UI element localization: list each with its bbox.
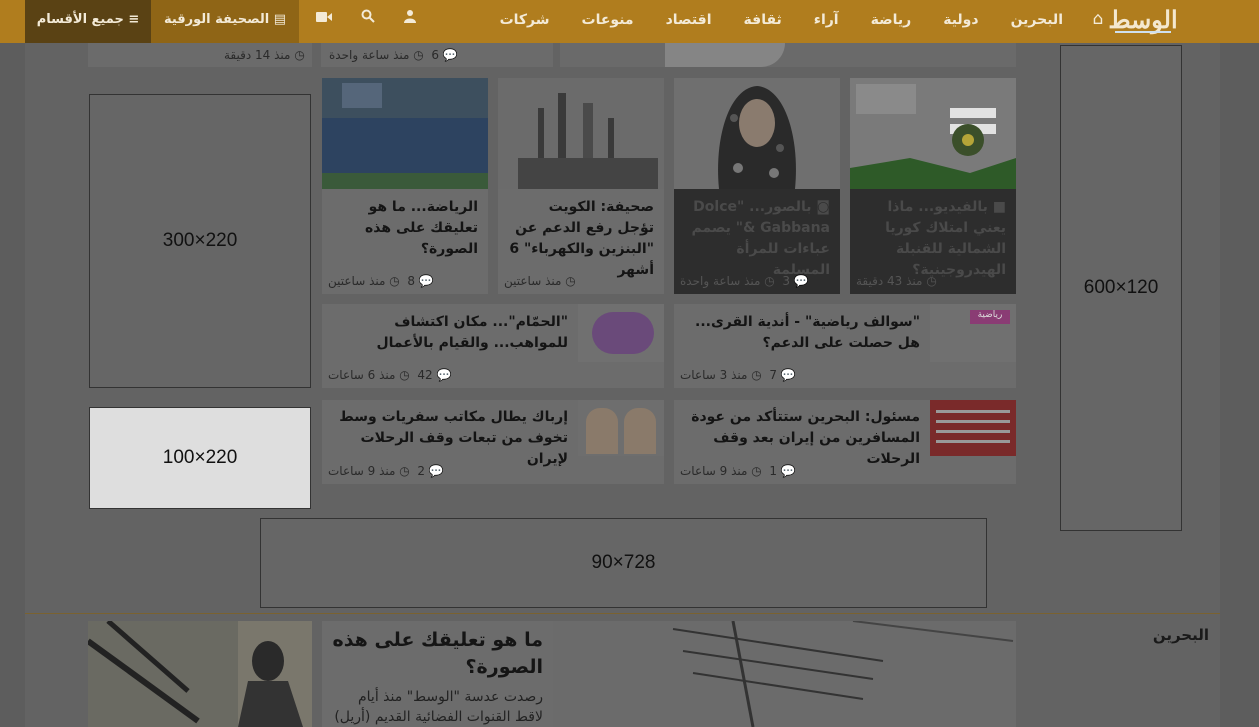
list-title[interactable]: إرباك يطال مكاتب سفريات وسط تخوف من تبعا… (332, 407, 568, 470)
video-icon: ■ (992, 199, 1006, 215)
card-meta: ◷ منذ 43 دقيقة (856, 274, 937, 288)
clock-icon: ◷ (399, 464, 410, 478)
feature-image[interactable] (553, 621, 1016, 727)
clock-icon: ◷ (399, 368, 410, 382)
list-item[interactable]: إرباك يطال مكاتب سفريات وسط تخوف من تبعا… (322, 400, 664, 484)
clock-icon: ◷ (751, 368, 762, 382)
ad-rect-small[interactable]: 220×100 (89, 407, 311, 509)
nav-item-international[interactable]: دولية (927, 0, 994, 43)
nav-item-culture[interactable]: ثقافة (728, 0, 798, 43)
clock-icon: ◷ (413, 48, 424, 62)
nav-item-companies[interactable]: شركات (484, 0, 566, 43)
list-title[interactable]: "الحمّام"... مكان اكتشاف للمواهب... والق… (332, 312, 568, 354)
list-thumb (578, 400, 664, 456)
video-icon[interactable] (309, 0, 339, 40)
card-meta: ◷ منذ ساعتين (504, 274, 576, 288)
home-icon[interactable]: ⌂ (1085, 0, 1111, 40)
comment-icon: 💬 (780, 368, 796, 382)
card-title[interactable]: صحيفة: الكويت تؤجل رفع الدعم عن "البنزين… (508, 197, 654, 281)
comment-icon: 💬 (418, 274, 434, 288)
ad-skyscraper[interactable]: 120×600 (1060, 45, 1182, 531)
comment-icon: 💬 (442, 48, 458, 62)
list-meta: 💬 2 ◷ منذ 9 ساعات (328, 464, 444, 478)
section-title[interactable]: البحرين (1153, 626, 1209, 644)
list-meta: 💬 1 ◷ منذ 9 ساعات (680, 464, 796, 478)
card-title[interactable]: ■ بالفيديو... ماذا يعني امتلاك كوريا الش… (860, 197, 1006, 281)
list-thumb (578, 304, 664, 362)
prev-feature-image[interactable] (560, 43, 1016, 67)
nav-item-opinions[interactable]: آراء (798, 0, 855, 43)
side-feature-image[interactable] (88, 621, 312, 727)
user-icon[interactable] (395, 0, 425, 40)
logo-underline (1115, 31, 1171, 33)
card-title[interactable]: ◙ بالصور... "Dolce & Gabbana" يصمم عباءا… (684, 197, 830, 281)
clock-icon: ◷ (565, 274, 576, 288)
prev-row-card[interactable]: 💬 6 ◷ منذ ساعة واحدة (321, 43, 553, 67)
camera-icon: ◙ (816, 199, 830, 215)
clock-icon: ◷ (294, 48, 305, 62)
news-card-kuwait[interactable]: صحيفة: الكويت تؤجل رفع الدعم عن "البنزين… (498, 78, 664, 294)
list-thumb: رياضية (930, 304, 1016, 362)
clock-icon: ◷ (926, 274, 937, 288)
card-image (850, 78, 1016, 189)
comment-icon: 💬 (780, 464, 796, 478)
comment-icon: 💬 (428, 464, 444, 478)
clock-icon: ◷ (764, 274, 775, 288)
list-item[interactable]: "الحمّام"... مكان اكتشاف للمواهب... والق… (322, 304, 664, 388)
nav-item-economy[interactable]: اقتصاد (650, 0, 728, 43)
menu-icon: ≡ (128, 12, 140, 27)
feature-title[interactable]: ما هو تعليقك على هذه الصورة؟ (332, 627, 543, 681)
list-item[interactable]: رياضية "سوالف رياضية" - أندية القرى... ه… (674, 304, 1016, 388)
list-title[interactable]: مسئول: البحرين ستتأكد من عودة المسافرين … (684, 407, 920, 470)
list-meta: 💬 42 ◷ منذ 6 ساعات (328, 368, 452, 382)
all-sections-button[interactable]: ≡ جميع الأقسام (25, 0, 151, 43)
card-image (674, 78, 840, 189)
comment-icon: 💬 (436, 368, 452, 382)
news-card-photos[interactable]: ◙ بالصور... "Dolce & Gabbana" يصمم عباءا… (674, 78, 840, 294)
nav-menu: البحرين دولية رياضة آراء ثقافة اقتصاد من… (484, 0, 1079, 43)
card-image (322, 78, 488, 189)
section-divider (25, 613, 1220, 614)
nav-item-sports[interactable]: رياضة (855, 0, 928, 43)
page: 💬 6 ◷ منذ ساعة واحدة ◷ منذ 14 دقيقة الوس… (0, 0, 1259, 727)
list-thumb (930, 400, 1016, 456)
nav-item-misc[interactable]: منوعات (566, 0, 650, 43)
list-meta: 💬 7 ◷ منذ 3 ساعات (680, 368, 796, 382)
ad-rect-large[interactable]: 220×300 (89, 94, 311, 388)
card-image (498, 78, 664, 189)
comment-icon: 💬 (793, 274, 809, 288)
prev-row-card-2[interactable]: ◷ منذ 14 دقيقة (88, 43, 312, 67)
top-navigation: الوسط ⌂ البحرين دولية رياضة آراء ثقافة ا… (0, 0, 1259, 43)
nav-item-bahrain[interactable]: البحرين (995, 0, 1079, 43)
news-card-video[interactable]: ■ بالفيديو... ماذا يعني امتلاك كوريا الش… (850, 78, 1016, 294)
list-item[interactable]: مسئول: البحرين ستتأكد من عودة المسافرين … (674, 400, 1016, 484)
prev-meta: 💬 6 ◷ منذ ساعة واحدة (329, 48, 458, 62)
search-icon[interactable] (353, 0, 383, 40)
card-title[interactable]: الرياضة... ما هو تعليقك على هذه الصورة؟ (332, 197, 478, 260)
prev-meta-2: ◷ منذ 14 دقيقة (224, 48, 305, 62)
feature-card[interactable]: ما هو تعليقك على هذه الصورة؟ رصدت عدسة "… (322, 621, 553, 727)
card-meta: 💬 3 ◷ منذ ساعة واحدة (680, 274, 809, 288)
newspaper-icon: ▤ (273, 12, 287, 27)
clock-icon: ◷ (751, 464, 762, 478)
ad-leaderboard[interactable]: 728×90 (260, 518, 987, 608)
feature-text: رصدت عدسة "الوسط" منذ أيام لاقط القنوات … (334, 689, 543, 725)
newspaper-button[interactable]: ▤ الصحيفة الورقية (151, 0, 299, 43)
news-card-sports[interactable]: الرياضة... ما هو تعليقك على هذه الصورة؟ … (322, 78, 488, 294)
clock-icon: ◷ (389, 274, 400, 288)
list-title[interactable]: "سوالف رياضية" - أندية القرى... هل حصلت … (684, 312, 920, 354)
card-meta: 💬 8 ◷ منذ ساعتين (328, 274, 434, 288)
